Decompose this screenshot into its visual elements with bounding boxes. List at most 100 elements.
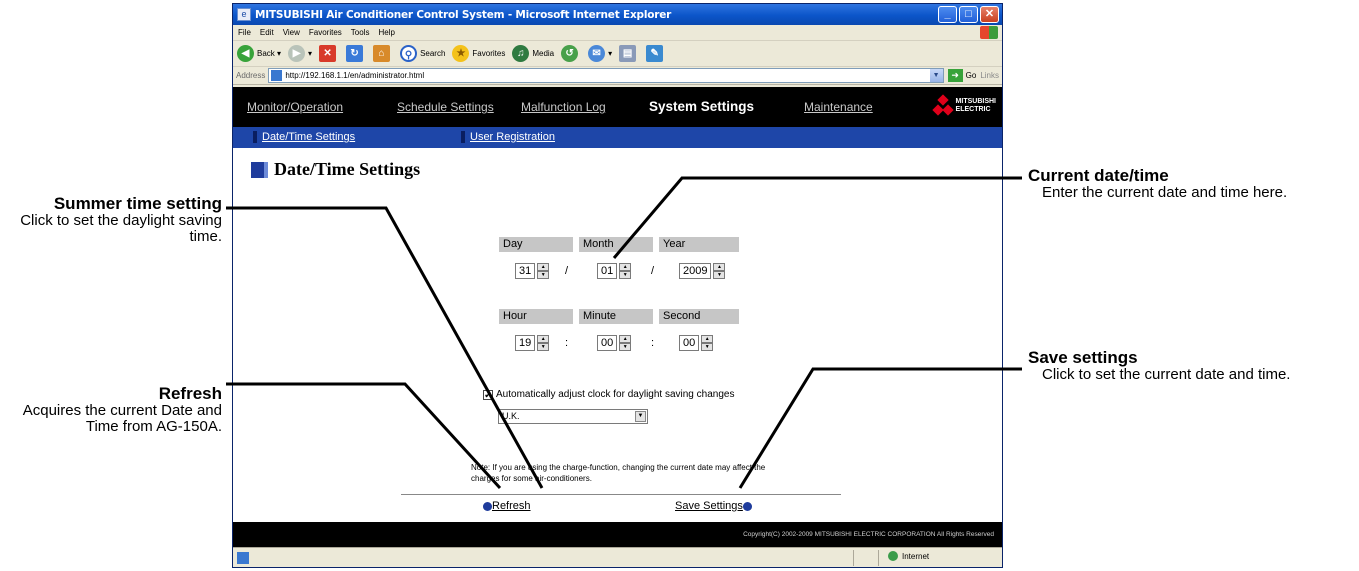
edit-icon: ✎ xyxy=(646,45,664,62)
year-header: Year xyxy=(659,237,739,252)
minute-value[interactable]: 00 xyxy=(597,335,618,351)
subnav-user-registration[interactable]: User Registration xyxy=(461,131,555,143)
globe-icon xyxy=(888,551,898,561)
history-button[interactable]: ↺ xyxy=(561,45,581,62)
day-value[interactable]: 31 xyxy=(515,263,536,279)
menu-favorites[interactable]: Favorites xyxy=(309,28,342,37)
edit-button[interactable]: ✎ xyxy=(646,45,666,62)
menu-view[interactable]: View xyxy=(283,28,300,37)
mail-icon: ✉ xyxy=(588,45,606,62)
date-separator: / xyxy=(565,265,569,277)
minute-stepper[interactable]: 00 ▲ ▼ xyxy=(597,335,632,351)
search-button[interactable]: ⚲ Search xyxy=(400,45,445,62)
callout-title: Summer time setting xyxy=(53,194,222,213)
month-header: Month xyxy=(579,237,653,252)
second-value[interactable]: 00 xyxy=(679,335,700,351)
menu-bar: File Edit View Favorites Tools Help xyxy=(233,25,1002,41)
menu-edit[interactable]: Edit xyxy=(260,28,274,37)
year-stepper[interactable]: 2009 ▲ ▼ xyxy=(679,263,726,279)
dst-checkbox[interactable]: ✔ Automatically adjust clock for dayligh… xyxy=(483,389,734,400)
logo-line2: ELECTRIC xyxy=(955,106,991,113)
minute-header: Minute xyxy=(579,309,653,324)
refresh-link[interactable]: Refresh xyxy=(483,500,531,512)
dst-region-select[interactable]: U.K. ▼ xyxy=(498,409,648,424)
menu-tools[interactable]: Tools xyxy=(351,28,370,37)
browser-toolbar: ◀ Back ▾ ▶ ▾ ✕ ↻ ⌂ ⚲ Search ★ Favorites ♫ Med… xyxy=(233,41,1002,67)
status-divider xyxy=(853,550,854,566)
second-stepper[interactable]: 00 ▲ ▼ xyxy=(679,335,714,351)
nav-malfunction-log[interactable]: Malfunction Log xyxy=(521,100,606,114)
callout-title: Refresh xyxy=(158,384,222,403)
web-page: Monitor/Operation Schedule Settings Malf… xyxy=(233,87,1002,548)
spin-arrows-icon[interactable]: ▲ ▼ xyxy=(713,263,726,279)
hour-stepper[interactable]: 19 ▲ ▼ xyxy=(515,335,550,351)
media-button[interactable]: ♫ Media xyxy=(512,45,554,62)
top-navigation: Monitor/Operation Schedule Settings Malf… xyxy=(233,87,1002,127)
month-value[interactable]: 01 xyxy=(597,263,618,279)
spin-arrows-icon[interactable]: ▲ ▼ xyxy=(537,263,550,279)
nav-schedule-settings[interactable]: Schedule Settings xyxy=(397,100,494,114)
mail-button[interactable]: ✉ ▾ xyxy=(588,45,612,62)
maximize-button[interactable]: □ xyxy=(959,6,978,23)
browser-window: e MITSUBISHI Air Conditioner Control Sys… xyxy=(232,3,1003,568)
print-button[interactable]: ▤ xyxy=(619,45,639,62)
callout-summer-time: Summer time setting Click to set the day… xyxy=(0,194,222,245)
minimize-button[interactable]: _ xyxy=(938,6,957,23)
search-icon: ⚲ xyxy=(400,45,418,62)
callout-description: Click to set the daylight saving time. xyxy=(20,212,222,245)
page-title-text: Date/Time Settings xyxy=(274,159,421,179)
save-settings-link[interactable]: Save Settings xyxy=(675,500,752,512)
day-stepper[interactable]: 31 ▲ ▼ xyxy=(515,263,550,279)
address-input[interactable]: http://192.168.1.1/en/administrator.html… xyxy=(268,68,944,83)
stop-icon: ✕ xyxy=(319,45,337,62)
nav-system-settings[interactable]: System Settings xyxy=(649,99,754,114)
second-header: Second xyxy=(659,309,739,324)
favorites-button[interactable]: ★ Favorites xyxy=(452,45,505,62)
bullet-icon xyxy=(483,501,492,511)
links-button[interactable]: Links xyxy=(980,71,999,80)
chevron-down-icon[interactable]: ▼ xyxy=(929,69,943,82)
security-zone: Internet xyxy=(888,551,929,561)
favorites-label: Favorites xyxy=(472,49,506,58)
page-title: Date/Time Settings xyxy=(251,159,420,180)
sub-navigation: Date/Time Settings User Registration xyxy=(233,127,1002,148)
nav-monitor-operation[interactable]: Monitor/Operation xyxy=(247,100,343,114)
hour-value[interactable]: 19 xyxy=(515,335,536,351)
spin-arrows-icon[interactable]: ▲ ▼ xyxy=(619,335,632,351)
go-label: Go xyxy=(965,71,977,80)
star-icon: ★ xyxy=(452,45,470,62)
checkbox-box[interactable]: ✔ xyxy=(483,389,493,400)
forward-arrow-icon: ▶ xyxy=(288,45,306,62)
title-square-icon xyxy=(251,161,268,178)
refresh-button[interactable]: ↻ xyxy=(346,45,366,62)
nav-maintenance[interactable]: Maintenance xyxy=(804,100,873,114)
address-url: http://192.168.1.1/en/administrator.html xyxy=(285,71,425,80)
forward-button[interactable]: ▶ ▾ xyxy=(288,45,312,62)
back-button[interactable]: ◀ Back ▾ xyxy=(237,45,281,62)
page-icon xyxy=(271,70,283,81)
stop-button[interactable]: ✕ xyxy=(319,45,339,62)
callout-title: Save settings xyxy=(1028,348,1138,367)
date-separator: / xyxy=(651,265,655,277)
menu-help[interactable]: Help xyxy=(378,28,394,37)
callout-refresh: Refresh Acquires the current Date and Ti… xyxy=(0,384,222,435)
close-button[interactable]: ✕ xyxy=(980,6,999,23)
app-icon: e xyxy=(237,8,251,21)
divider xyxy=(401,494,841,495)
callout-description: Enter the current date and time here. xyxy=(1042,184,1288,201)
spin-arrows-icon[interactable]: ▲ ▼ xyxy=(619,263,632,279)
subnav-date-time-settings[interactable]: Date/Time Settings xyxy=(253,131,355,143)
spin-arrows-icon[interactable]: ▲ ▼ xyxy=(701,335,714,351)
status-divider xyxy=(878,550,879,566)
chevron-down-icon[interactable]: ▼ xyxy=(635,411,646,422)
charge-note: Note: If you are using the charge-functi… xyxy=(471,463,766,483)
callout-current-datetime: Current date/time Enter the current date… xyxy=(1028,166,1353,201)
menu-file[interactable]: File xyxy=(238,28,251,37)
month-stepper[interactable]: 01 ▲ ▼ xyxy=(597,263,632,279)
go-button[interactable]: ➜ Go xyxy=(947,69,977,82)
logo-line1: MITSUBISHI xyxy=(955,98,996,105)
windows-logo-icon xyxy=(980,26,998,39)
spin-arrows-icon[interactable]: ▲ ▼ xyxy=(537,335,550,351)
home-button[interactable]: ⌂ xyxy=(373,45,393,62)
year-value[interactable]: 2009 xyxy=(679,263,712,279)
